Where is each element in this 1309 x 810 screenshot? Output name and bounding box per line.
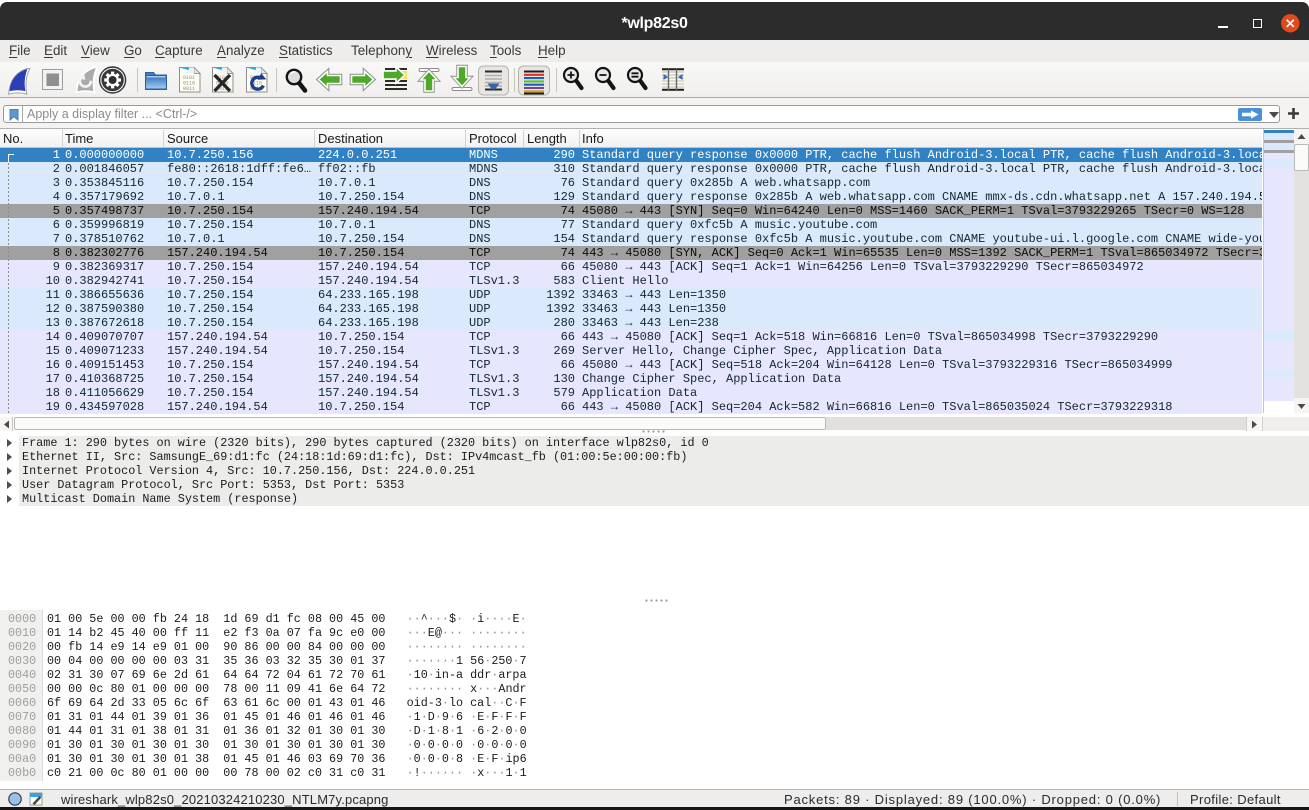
svg-text:0011: 0011 bbox=[183, 86, 195, 92]
